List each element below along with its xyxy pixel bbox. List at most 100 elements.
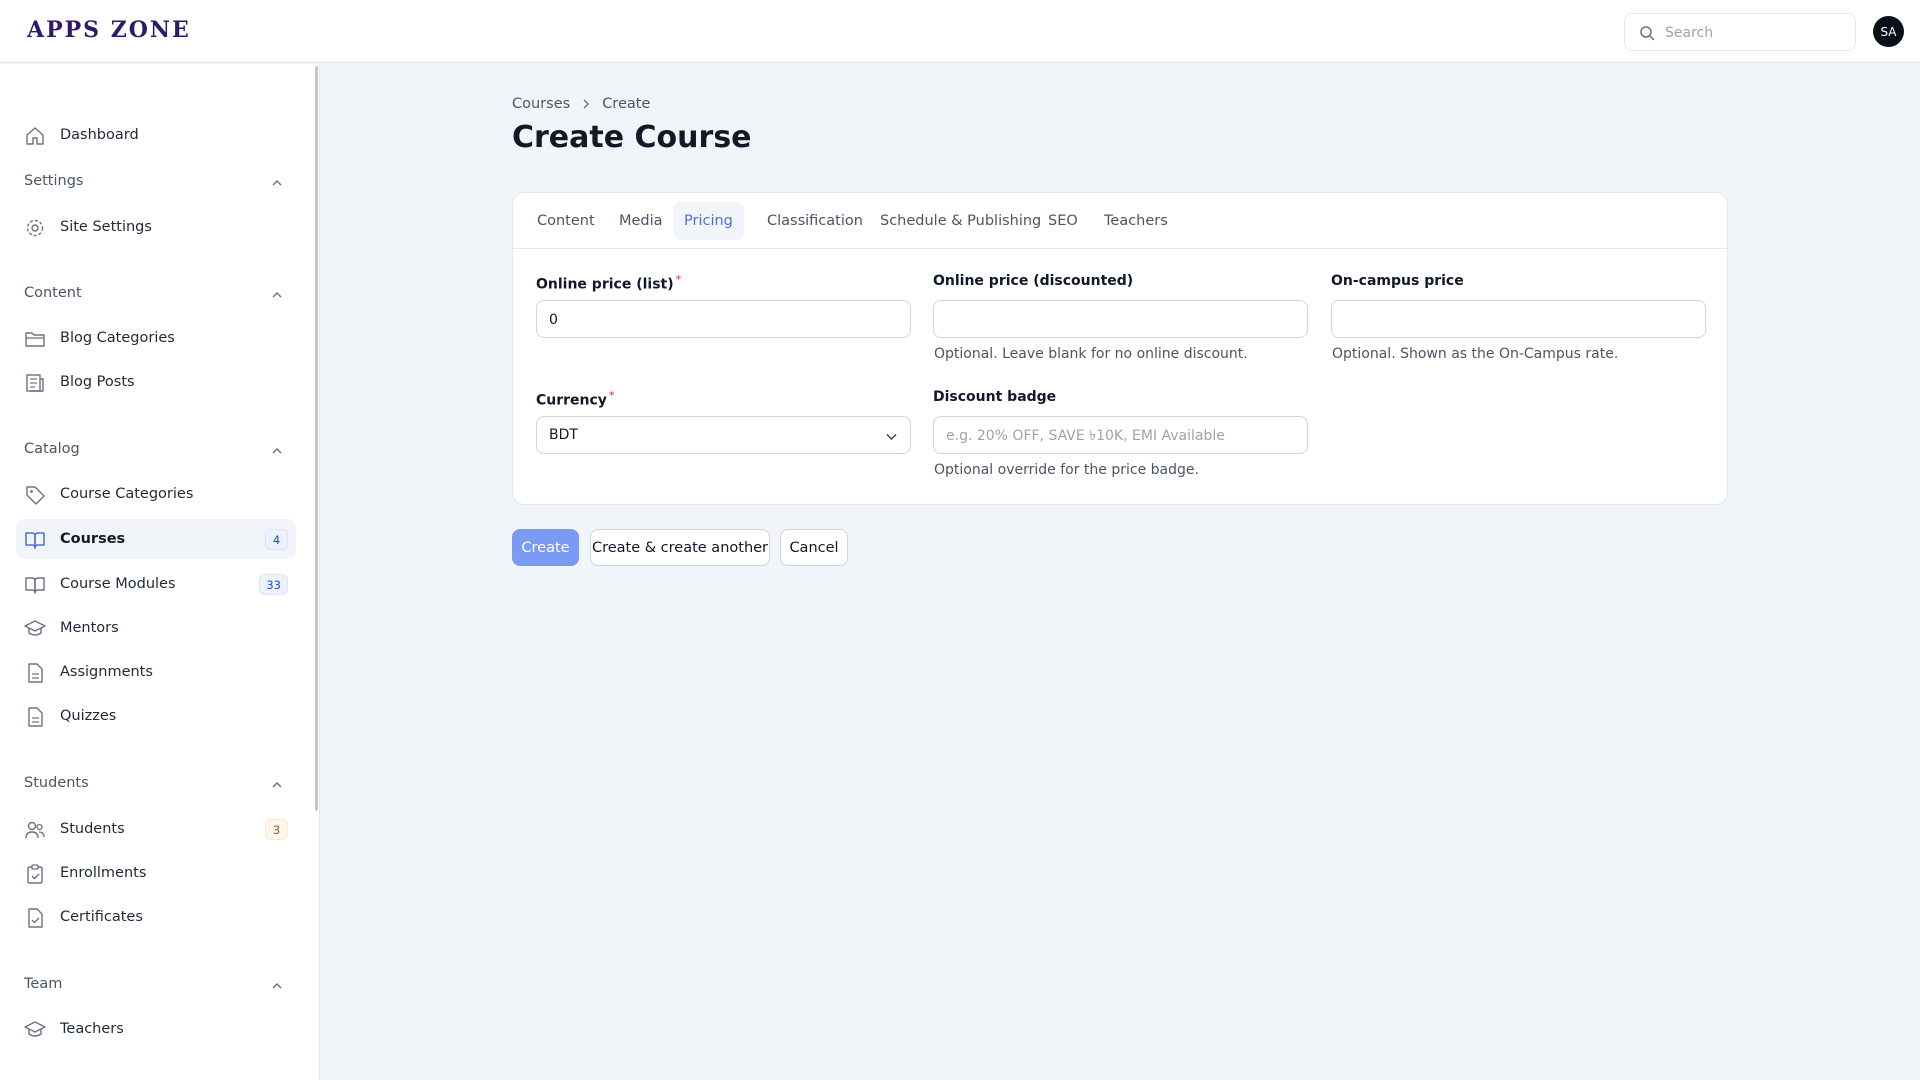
sidebar-item-label: Quizzes	[60, 708, 117, 724]
tab-content[interactable]: Content	[526, 202, 606, 240]
sidebar-item-course-categories[interactable]: Course Categories	[16, 474, 296, 514]
tab-schedule-publishing[interactable]: Schedule & Publishing	[869, 202, 1052, 240]
chevron-up-icon[interactable]	[270, 444, 284, 458]
chevron-up-icon[interactable]	[270, 176, 284, 190]
online-price-discounted-hint: Optional. Leave blank for no online disc…	[934, 346, 1248, 362]
on-campus-price-field[interactable]	[1331, 300, 1706, 338]
sidebar-item-label: Site Settings	[60, 219, 152, 235]
sidebar-item-teachers[interactable]: Teachers	[16, 1009, 296, 1049]
count-badge: 33	[259, 574, 288, 595]
discount-badge-input[interactable]	[946, 425, 1286, 447]
tab-teachers[interactable]: Teachers	[1093, 202, 1179, 240]
sidebar-item-label: Enrollments	[60, 865, 147, 881]
cancel-button[interactable]: Cancel	[780, 529, 848, 566]
sidebar-item-assignments[interactable]: Assignments	[16, 652, 296, 692]
sidebar-item-quizzes[interactable]: Quizzes	[16, 696, 296, 736]
tab-classification[interactable]: Classification	[756, 202, 874, 240]
breadcrumb-link-courses[interactable]: Courses	[512, 96, 570, 112]
sidebar-item-mentors[interactable]: Mentors	[16, 608, 296, 648]
discount-badge-hint: Optional override for the price badge.	[934, 462, 1199, 478]
sidebar-item-students[interactable]: Students 3	[16, 809, 296, 849]
sidebar-item-label: Assignments	[60, 664, 153, 680]
sidebar-item-label: Mentors	[60, 620, 119, 636]
newspaper-icon	[26, 374, 44, 392]
sidebar-item-label: Students	[60, 821, 125, 837]
sidebar-item-site-settings[interactable]: Site Settings	[16, 207, 296, 247]
document-icon	[28, 663, 43, 683]
online-price-list-label: Online price (list) *	[536, 273, 682, 293]
currency-selected-value: BDT	[549, 427, 578, 443]
breadcrumb: Courses Create	[512, 96, 650, 112]
chevron-up-icon[interactable]	[270, 778, 284, 792]
document-icon	[28, 707, 43, 727]
book-open-icon	[25, 532, 45, 549]
currency-select[interactable]: BDT	[536, 416, 911, 454]
chevron-up-icon[interactable]	[270, 288, 284, 302]
required-mark: *	[675, 273, 682, 286]
sidebar-item-certificates[interactable]: Certificates	[16, 897, 296, 937]
tag-icon	[26, 486, 45, 505]
app-logo[interactable]: APPS ZONE	[27, 17, 191, 43]
breadcrumb-current: Create	[602, 96, 651, 112]
online-price-discounted-label: Online price (discounted)	[933, 273, 1134, 289]
on-campus-price-label: On-campus price	[1331, 273, 1464, 289]
sidebar-item-label: Dashboard	[60, 127, 139, 143]
global-search[interactable]	[1624, 13, 1856, 51]
currency-label: Currency *	[536, 389, 615, 409]
group-title-team: Team	[24, 976, 63, 992]
page-title: Create Course	[512, 120, 752, 155]
sidebar-item-label: Certificates	[60, 909, 143, 925]
chevron-down-icon	[886, 433, 897, 441]
create-button[interactable]: Create	[512, 529, 579, 566]
sidebar-item-label: Courses	[60, 531, 126, 547]
user-avatar[interactable]: SA	[1873, 16, 1904, 47]
required-mark: *	[608, 389, 615, 402]
search-input[interactable]	[1665, 22, 1845, 44]
form-card: Content Media Pricing Classification Sch…	[512, 192, 1728, 505]
sidebar-item-label: Blog Categories	[60, 330, 175, 346]
tab-bar: Content Media Pricing Classification Sch…	[513, 193, 1727, 249]
graduation-cap-icon	[24, 1021, 46, 1037]
sidebar-item-courses[interactable]: Courses 4	[16, 519, 296, 559]
tab-pricing[interactable]: Pricing	[673, 202, 744, 240]
chevron-up-icon[interactable]	[270, 979, 284, 993]
gear-icon	[26, 219, 44, 237]
sidebar-scrollbar[interactable]	[315, 66, 318, 811]
count-badge: 3	[265, 819, 288, 840]
group-title-catalog: Catalog	[24, 441, 80, 457]
folder-icon	[25, 332, 45, 347]
discount-badge-field[interactable]	[933, 416, 1308, 454]
group-title-content: Content	[24, 285, 82, 301]
sidebar-item-label: Course Modules	[60, 576, 176, 592]
users-icon	[25, 821, 45, 839]
on-campus-price-input[interactable]	[1344, 309, 1684, 331]
document-check-icon	[28, 908, 43, 928]
sidebar: Dashboard Settings Site Settings Content…	[0, 64, 320, 1080]
online-price-list-input[interactable]	[549, 309, 889, 331]
sidebar-item-course-modules[interactable]: Course Modules 33	[16, 564, 296, 604]
clipboard-check-icon	[27, 864, 43, 884]
home-icon	[26, 127, 44, 145]
online-price-list-field[interactable]	[536, 300, 911, 338]
graduation-cap-icon	[24, 620, 46, 636]
online-price-discounted-field[interactable]	[933, 300, 1308, 338]
tab-media[interactable]: Media	[608, 202, 674, 240]
sidebar-item-label: Course Categories	[60, 486, 194, 502]
on-campus-price-hint: Optional. Shown as the On-Campus rate.	[1332, 346, 1619, 362]
book-open-icon	[25, 577, 45, 594]
chevron-right-icon	[583, 99, 590, 109]
online-price-discounted-input[interactable]	[946, 309, 1286, 331]
top-bar: APPS ZONE SA	[0, 0, 1920, 63]
create-another-button[interactable]: Create & create another	[590, 529, 770, 566]
sidebar-item-blog-posts[interactable]: Blog Posts	[16, 362, 296, 402]
sidebar-item-enrollments[interactable]: Enrollments	[16, 853, 296, 893]
sidebar-item-label: Blog Posts	[60, 374, 135, 390]
sidebar-item-label: Teachers	[60, 1021, 124, 1037]
group-title-settings: Settings	[24, 173, 84, 189]
group-title-students: Students	[24, 775, 89, 791]
discount-badge-label: Discount badge	[933, 389, 1057, 405]
sidebar-item-blog-categories[interactable]: Blog Categories	[16, 318, 296, 358]
count-badge: 4	[265, 529, 288, 550]
sidebar-item-dashboard[interactable]: Dashboard	[16, 115, 296, 155]
tab-seo[interactable]: SEO	[1037, 202, 1089, 240]
